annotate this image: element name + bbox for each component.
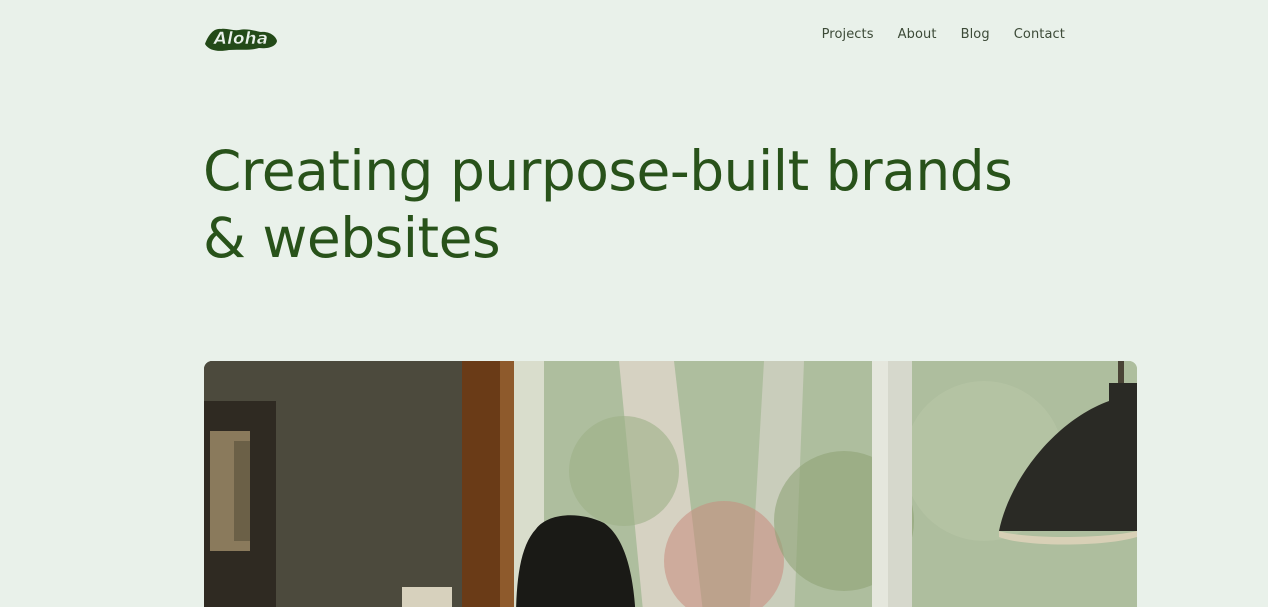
main-nav: Projects About Blog Contact	[822, 27, 1065, 42]
aloha-logo[interactable]: Aloha	[203, 22, 279, 54]
hero-photo-illustration	[204, 361, 1137, 607]
svg-text:Aloha: Aloha	[212, 29, 268, 49]
hero-title-line-2: & websites	[203, 206, 501, 270]
hero-title: Creating purpose-built brands & websites	[203, 138, 1103, 272]
hero-photo	[204, 361, 1137, 607]
nav-blog[interactable]: Blog	[961, 27, 990, 42]
hero-title-line-1: Creating purpose-built brands	[203, 139, 1013, 203]
nav-projects[interactable]: Projects	[822, 27, 874, 42]
site-header: Aloha Projects About Blog Contact	[203, 22, 1065, 56]
nav-contact[interactable]: Contact	[1014, 27, 1065, 42]
nav-about[interactable]: About	[898, 27, 937, 42]
aloha-logo-mark: Aloha	[205, 29, 277, 51]
